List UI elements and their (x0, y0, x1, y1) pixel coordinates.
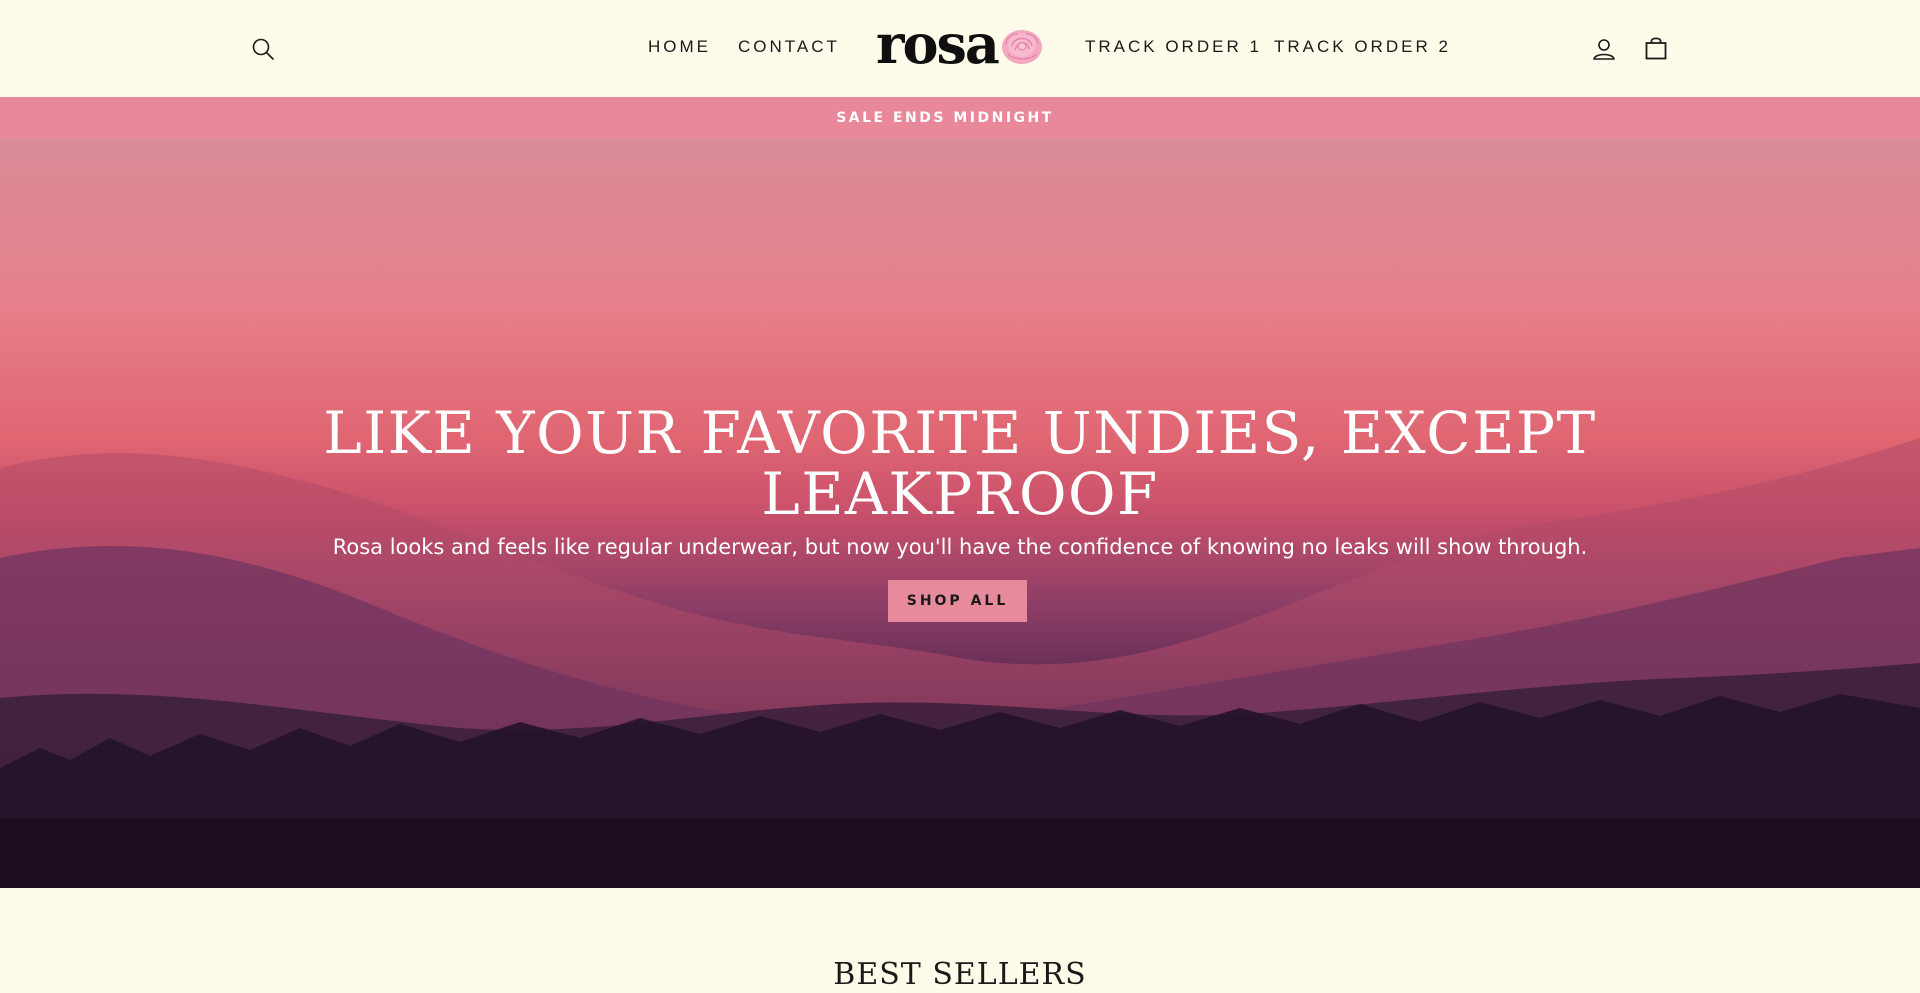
logo-wordmark: rosa (876, 12, 1000, 76)
hero-title: LIKE YOUR FAVORITE UNDIES, EXCEPT LEAKPR… (323, 399, 1597, 528)
announcement-bar: SALE ENDS MIDNIGHT (0, 97, 1920, 138)
cart-button[interactable] (1642, 33, 1670, 63)
rose-icon (1001, 30, 1042, 64)
best-sellers-heading: BEST SELLERS (833, 957, 1087, 992)
user-icon (1593, 39, 1615, 60)
search-button[interactable] (248, 34, 278, 64)
nav-home-link[interactable]: HOME (648, 37, 711, 57)
hero-subtitle: Rosa looks and feels like regular underw… (332, 535, 1588, 559)
shop-all-button[interactable]: SHOP ALL (888, 580, 1027, 622)
site-logo[interactable]: rosa (876, 14, 1046, 74)
search-icon (252, 38, 274, 60)
hero-banner: LIKE YOUR FAVORITE UNDIES, EXCEPT LEAKPR… (0, 138, 1920, 888)
nav-track-order-1-link[interactable]: TRACK ORDER 1 (1085, 37, 1262, 57)
site-header: HOME CONTACT rosa TRACK ORDER 1 TRACK OR… (0, 0, 1920, 97)
announcement-text: SALE ENDS MIDNIGHT (836, 109, 1054, 126)
nav-contact-link[interactable]: CONTACT (738, 37, 840, 57)
shopping-bag-icon (1645, 37, 1667, 60)
account-button[interactable] (1589, 34, 1619, 64)
nav-track-order-2-link[interactable]: TRACK ORDER 2 (1274, 37, 1451, 57)
